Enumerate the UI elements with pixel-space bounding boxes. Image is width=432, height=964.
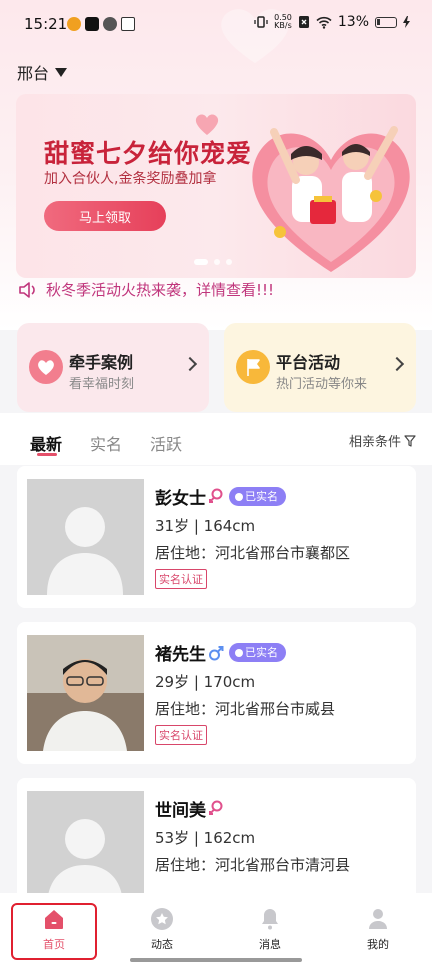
nav-messages[interactable]: 消息 [240, 907, 300, 952]
network-speed: 0.50 KB/s [274, 14, 292, 30]
sim-icon [298, 16, 309, 28]
nav-label: 动态 [151, 938, 173, 951]
home-highlight-outline [11, 903, 97, 960]
status-system: 0.50 KB/s 13% [254, 14, 410, 30]
charging-icon [403, 16, 410, 28]
feature-subtitle: 看幸福时刻 [69, 377, 135, 392]
filter-icon [404, 434, 416, 447]
filter-label: 相亲条件 [348, 435, 401, 450]
app-icon [103, 17, 117, 31]
member-photo [27, 635, 144, 751]
feature-subtitle: 热门活动等你来 [276, 377, 368, 392]
residence: 居住地：河北省邢台市清河县 [155, 856, 351, 874]
bell-icon [262, 909, 278, 930]
nav-label: 消息 [259, 938, 281, 951]
status-time: 15:21 [24, 15, 68, 33]
avatar-placeholder [27, 479, 144, 595]
heart-sparkle-icon [195, 114, 219, 135]
claim-button[interactable]: 马上领取 [44, 201, 166, 231]
status-app-icons [67, 17, 135, 31]
city-selector[interactable]: 邢台 [17, 60, 68, 84]
banner-pagination [194, 259, 232, 265]
feature-title: 平台活动 [276, 353, 341, 372]
network-speed-unit: KB/s [274, 21, 292, 30]
age-height: 29岁 | 170cm [155, 673, 256, 691]
real-name-tag: 实名认证 [155, 569, 207, 589]
tab-active[interactable]: 活跃 [150, 431, 182, 455]
member-card[interactable]: 彭女士 已实名 31岁 | 164cm 居住地：河北省邢台市襄都区 实名认证 [17, 466, 416, 608]
pagination-dot [214, 259, 220, 265]
male-icon [209, 645, 224, 660]
badge-dot-icon [235, 648, 243, 657]
feature-title: 牵手案例 [69, 353, 134, 372]
name-row: 褚先生 已实名 [155, 640, 286, 665]
status-bar: 15:21 0.50 KB/s 13% [0, 0, 432, 46]
home-indicator [130, 958, 302, 962]
verified-label: 已实名 [245, 646, 278, 659]
badge-dot-icon [235, 492, 243, 501]
filter-button[interactable]: 相亲条件 [349, 431, 416, 450]
battery-level: 13% [337, 14, 369, 30]
promo-banner[interactable]: 甜蜜七夕给你宠爱 加入合伙人,金条奖励叠加拿 马上领取 [16, 94, 416, 278]
feature-success-cases[interactable]: 牵手案例 看幸福时刻 [17, 323, 209, 412]
banner-title: 甜蜜七夕给你宠爱 [44, 139, 253, 168]
residence: 居住地：河北省邢台市威县 [155, 700, 336, 718]
list-tabs: 最新 实名 活跃 相亲条件 [0, 413, 432, 465]
name-row: 彭女士 已实名 [155, 484, 286, 509]
wifi-icon [316, 16, 332, 29]
female-icon [209, 488, 223, 503]
notice-bar[interactable]: 秋冬季活动火热来袭，详情查看!!! [18, 279, 274, 300]
profile-icon [369, 909, 387, 929]
avatar-placeholder [27, 791, 144, 907]
nav-moments[interactable]: 动态 [132, 907, 192, 952]
pagination-dot-active [194, 259, 208, 265]
flag-icon [236, 350, 270, 384]
caret-down-icon [55, 67, 68, 77]
tiktok-icon [85, 17, 99, 31]
couple-illustration [252, 126, 410, 272]
battery-icon [375, 16, 397, 28]
real-name-tag: 实名认证 [155, 725, 207, 745]
member-card[interactable]: 褚先生 已实名 29岁 | 170cm 居住地：河北省邢台市威县 实名认证 [17, 622, 416, 764]
vibrate-icon [254, 16, 268, 28]
tab-verified[interactable]: 实名 [90, 431, 122, 455]
female-icon [209, 800, 223, 815]
feature-platform-activities[interactable]: 平台活动 热门活动等你来 [224, 323, 416, 412]
nav-profile[interactable]: 我的 [348, 907, 408, 952]
banner-subtitle: 加入合伙人,金条奖励叠加拿 [44, 171, 217, 187]
verified-label: 已实名 [245, 490, 278, 503]
tab-latest[interactable]: 最新 [30, 431, 62, 455]
verified-badge: 已实名 [229, 643, 286, 662]
nav-label: 我的 [367, 938, 389, 951]
weibo-icon [67, 17, 81, 31]
age-height: 31岁 | 164cm [155, 517, 256, 535]
name-row: 世间美 [155, 796, 224, 821]
checkbox-icon [121, 17, 135, 31]
speaker-icon [19, 281, 35, 298]
notice-text: 秋冬季活动火热来袭，详情查看!!! [46, 281, 275, 299]
star-icon [151, 908, 173, 930]
member-name: 褚先生 [155, 645, 206, 665]
member-name: 彭女士 [155, 489, 206, 509]
verified-badge: 已实名 [229, 487, 286, 506]
residence: 居住地：河北省邢台市襄都区 [155, 544, 351, 562]
member-name: 世间美 [155, 801, 206, 821]
chevron-right-icon [389, 356, 405, 372]
age-height: 53岁 | 162cm [155, 829, 256, 847]
city-label: 邢台 [17, 64, 50, 83]
heart-hands-icon [29, 350, 63, 384]
chevron-right-icon [182, 356, 198, 372]
tab-indicator [37, 453, 57, 456]
pagination-dot [226, 259, 232, 265]
